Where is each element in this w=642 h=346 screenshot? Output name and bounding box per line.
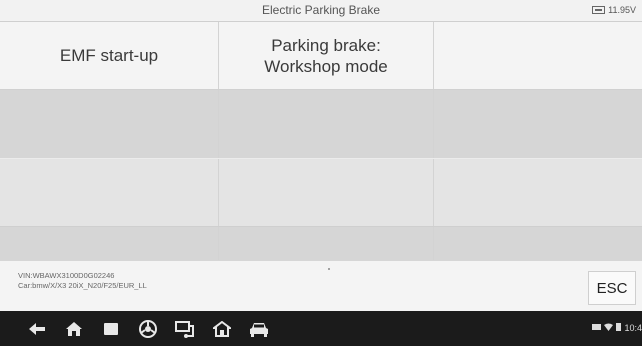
title-bar: Electric Parking Brake 11.95V [0,0,642,22]
grid-row [0,159,642,227]
function-label-line1: Parking brake: [271,35,381,55]
android-nav-bar: 10:4 [0,311,642,346]
page-indicator [328,268,330,270]
system-status: 10:4 [592,322,642,333]
empty-grid-cell [434,227,642,260]
empty-grid-cell [0,227,219,260]
vehicle-info: VIN:WBAWX3100D0G02246 Car:bmw/X/X3 20iX_… [18,271,147,291]
empty-grid-cell [434,22,642,89]
recent-apps-icon[interactable] [92,311,129,346]
vin-text: VIN:WBAWX3100D0G02246 [18,271,115,280]
battery-voltage: 11.95V [592,5,636,15]
page-title: Electric Parking Brake [261,3,381,17]
empty-grid-cell [0,159,219,226]
esc-button[interactable]: ESC [588,271,636,305]
car-model-text: Car:bmw/X/X3 20iX_N20/F25/EUR_LL [18,281,147,290]
battery-icon [592,6,606,14]
emf-startup-button[interactable]: EMF start-up [0,22,219,89]
grid-row: EMF start-up Parking brake: Workshop mod… [0,22,642,90]
empty-grid-cell [434,90,642,158]
parking-brake-workshop-mode-button[interactable]: Parking brake: Workshop mode [219,22,434,89]
vehicle-icon[interactable] [240,311,277,346]
function-grid: EMF start-up Parking brake: Workshop mod… [0,22,642,260]
wifi-icon [604,323,614,333]
back-icon[interactable] [18,311,55,346]
function-label: EMF start-up [59,46,159,65]
empty-grid-cell [0,90,219,158]
grid-row [0,227,642,260]
empty-grid-cell [219,159,434,226]
empty-grid-cell [219,90,434,158]
voltage-value: 11.95V [608,5,636,15]
home-icon[interactable] [55,311,92,346]
message-icon [592,323,602,333]
function-label-line2: Workshop mode [264,56,388,76]
browser-icon[interactable] [129,311,166,346]
function-label: Parking brake: Workshop mode [264,35,387,77]
clock: 10:4 [624,322,642,333]
vehicle-info-footer: VIN:WBAWX3100D0G02246 Car:bmw/X/X3 20iX_… [0,260,642,311]
home-garage-icon[interactable] [203,311,240,346]
grid-row [0,90,642,159]
vci-connection-icon[interactable] [166,311,203,346]
battery-status-icon [616,322,622,333]
empty-grid-cell [219,227,434,260]
empty-grid-cell [434,159,642,226]
